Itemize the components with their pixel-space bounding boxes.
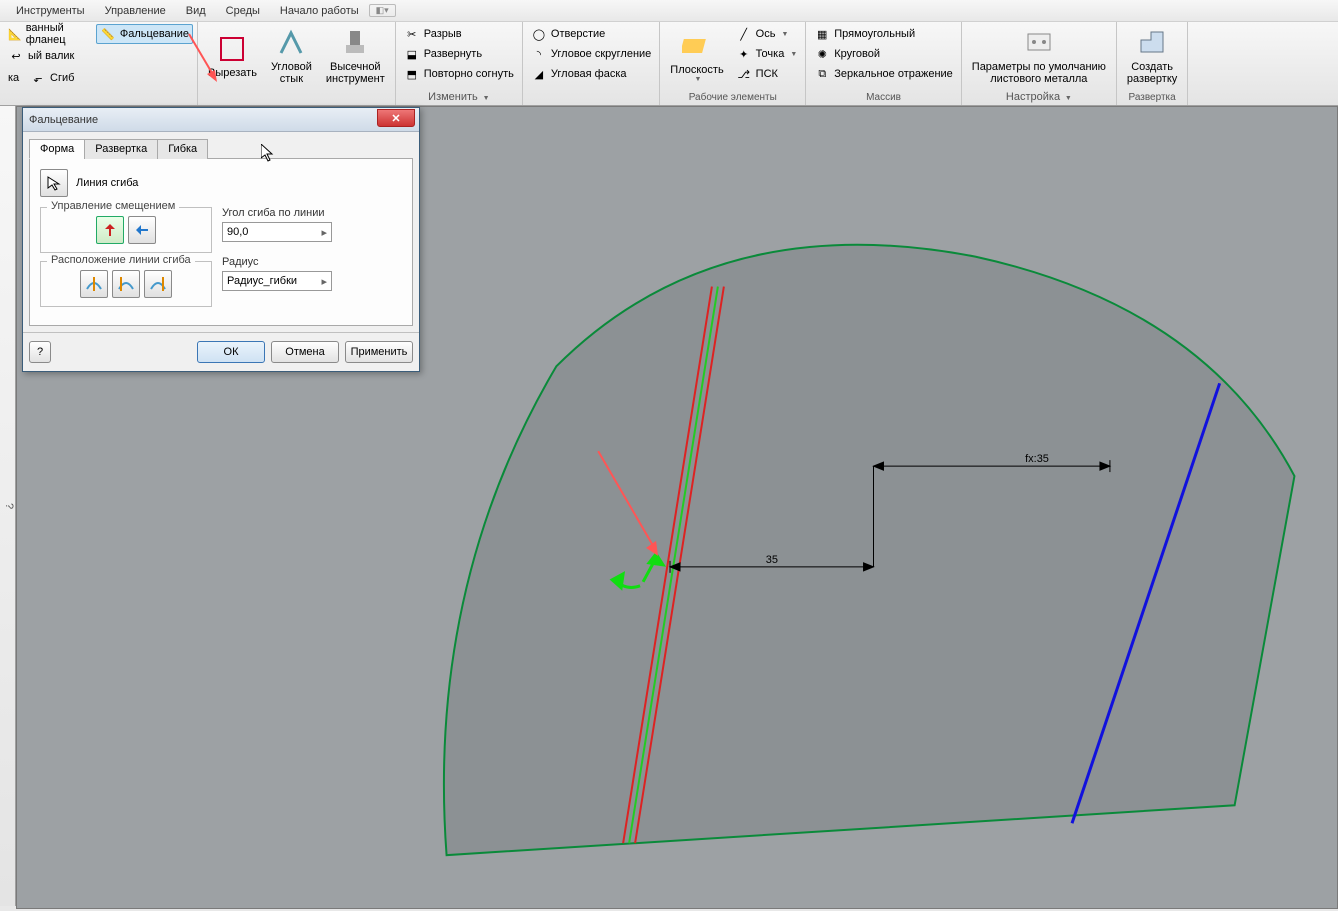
bend-line-label: Линия сгиба [76, 177, 138, 189]
bend-button[interactable]: ⬐Сгиб [26, 68, 78, 88]
menu-getstarted[interactable]: Начало работы [270, 3, 369, 19]
sheet-metal-defaults-button[interactable]: Параметры по умолчанию листового металла [966, 24, 1112, 88]
create-flat-pattern-button[interactable]: Создать развертку [1121, 24, 1183, 88]
menu-bar: Инструменты Управление Вид Среды Начало … [0, 0, 1338, 22]
flat-group-title: Развертка [1121, 91, 1183, 105]
ucs-button[interactable]: ⎇ПСК [732, 64, 802, 84]
refold-button[interactable]: ⬒Повторно согнуть [400, 64, 518, 84]
corner-chamfer-button[interactable]: ◢Угловая фаска [527, 64, 655, 84]
tab-shape[interactable]: Форма [29, 139, 85, 159]
cancel-button[interactable]: Отмена [271, 341, 339, 363]
point-button[interactable]: ✦Точка▼ [732, 44, 802, 64]
menu-env[interactable]: Среды [216, 3, 270, 19]
radius-label: Радиус [222, 256, 332, 268]
setup-group-title: Настройка ▼ [966, 90, 1112, 105]
plane-button[interactable]: Плоскость▼ [664, 24, 729, 88]
ok-button[interactable]: ОК [197, 341, 265, 363]
dimension-2: fx:35 [1025, 453, 1049, 465]
menu-hidden-icon[interactable]: ◧▾ [369, 4, 396, 17]
rip-button[interactable]: ✂Разрыв [400, 24, 518, 44]
axis-button[interactable]: ╱Ось▼ [732, 24, 802, 44]
corner-round-button[interactable]: ◝Угловое скругление [527, 44, 655, 64]
menu-manage[interactable]: Управление [95, 3, 176, 19]
contour-flange-button[interactable]: 📐ванный фланец [4, 24, 94, 44]
face-button[interactable]: ка [4, 68, 24, 88]
hole-button[interactable]: ◯Отверстие [527, 24, 655, 44]
mirror-button[interactable]: ⧉Зеркальное отражение [810, 64, 957, 84]
rectangular-pattern-button[interactable]: ▦Прямоугольный [810, 24, 957, 44]
help-sidebar-tab[interactable]: ? [0, 106, 16, 906]
cut-button[interactable]: Вырезать [202, 24, 263, 88]
pattern-group-title: Массив [810, 91, 957, 105]
bend-line-position-group: Расположение линии сгиба [40, 261, 212, 307]
flip-direction-button[interactable] [128, 216, 156, 244]
work-features-group-title: Рабочие элементы [664, 91, 801, 105]
dialog-title-text: Фальцевание [29, 114, 98, 126]
fold-button[interactable]: 📏Фальцевание [96, 24, 193, 44]
menu-tools[interactable]: Инструменты [6, 3, 95, 19]
dialog-titlebar[interactable]: Фальцевание ✕ [23, 108, 419, 132]
corner-seam-button[interactable]: Угловой стык [265, 24, 318, 88]
bend-pos-centerline-button[interactable] [80, 270, 108, 298]
dimension-1: 35 [766, 554, 778, 566]
menu-view[interactable]: Вид [176, 3, 216, 19]
ribbon: 📐ванный фланец 📏Фальцевание ↩ый валик ка… [0, 22, 1338, 106]
radius-input[interactable]: Радиус_гибки▸ [222, 271, 332, 291]
hem-button[interactable]: ↩ый валик [4, 46, 78, 66]
bend-pos-end-button[interactable] [144, 270, 172, 298]
punch-tool-button[interactable]: Высечной инструмент [320, 24, 391, 88]
apply-button[interactable]: Применить [345, 341, 413, 363]
angle-input[interactable]: 90,0▸ [222, 222, 332, 242]
tab-flat[interactable]: Развертка [84, 139, 158, 159]
flip-side-button[interactable] [96, 216, 124, 244]
tab-bend[interactable]: Гибка [157, 139, 208, 159]
bend-line-select-button[interactable] [40, 169, 68, 197]
angle-label: Угол сгиба по линии [222, 207, 332, 219]
close-icon[interactable]: ✕ [377, 109, 415, 127]
offset-control-group: Управление смещением [40, 207, 212, 253]
help-button[interactable]: ? [29, 341, 51, 363]
circular-pattern-button[interactable]: ✺Круговой [810, 44, 957, 64]
unfold-button[interactable]: ⬓Развернуть [400, 44, 518, 64]
modify-group-title: Изменить ▼ [400, 90, 518, 105]
bend-pos-start-button[interactable] [112, 270, 140, 298]
fold-dialog: Фальцевание ✕ Форма Развертка Гибка Лини… [22, 107, 420, 372]
